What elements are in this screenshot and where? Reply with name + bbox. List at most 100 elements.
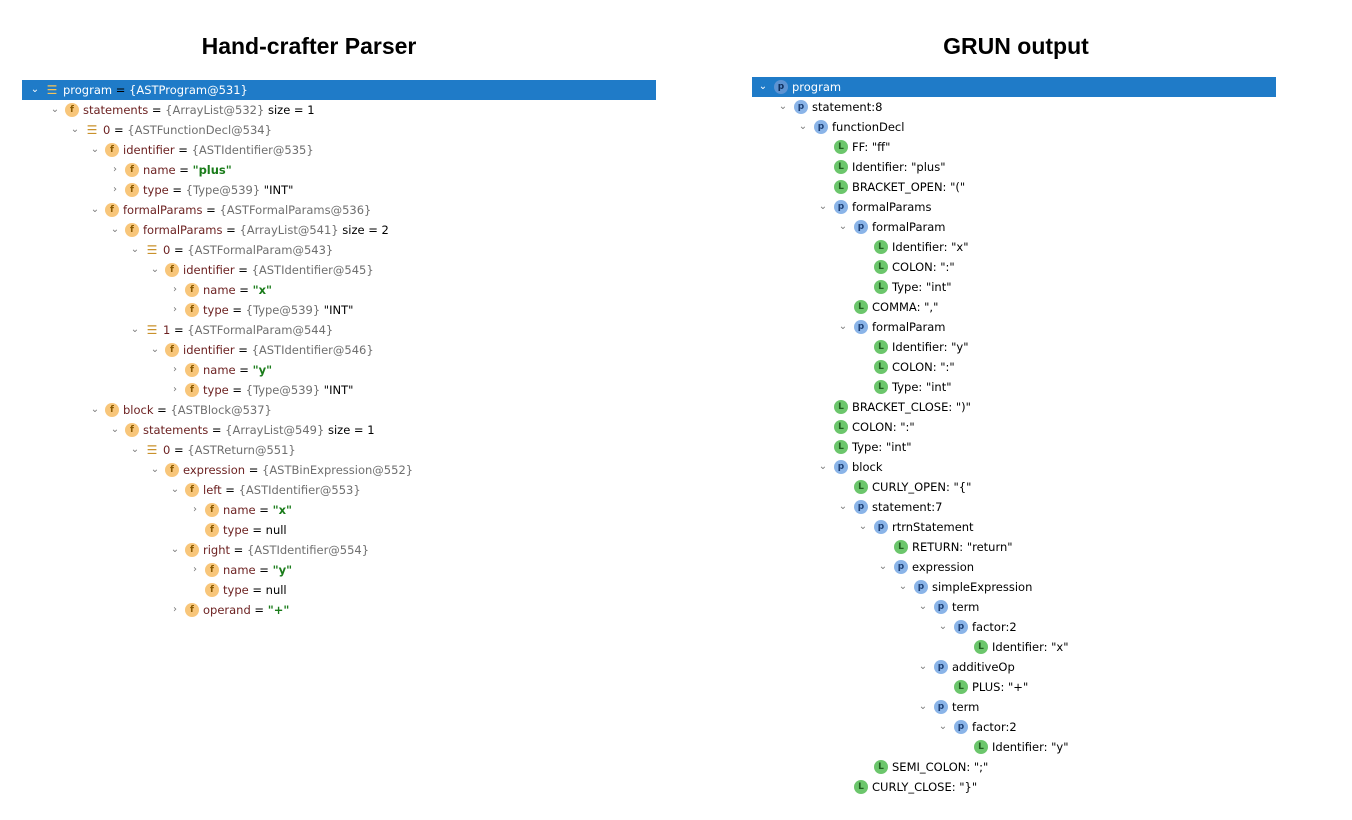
tree-row[interactable]: › f operand = "+" — [22, 600, 656, 620]
tree-row[interactable]: ⌄ ☰ 0 = {ASTFunctionDecl@534} — [22, 120, 656, 140]
tree-row[interactable]: L RETURN: "return" — [752, 537, 1276, 557]
chevron-right-icon[interactable]: › — [168, 360, 182, 380]
chevron-down-icon[interactable]: ⌄ — [148, 340, 162, 360]
tree-row[interactable]: ⌄ p formalParams — [752, 197, 1276, 217]
tree-row[interactable]: L CURLY_OPEN: "{" — [752, 477, 1276, 497]
tree-row[interactable]: L Identifier: "x" — [752, 637, 1276, 657]
chevron-down-icon[interactable]: ⌄ — [836, 217, 850, 237]
tree-row[interactable]: › f type = {Type@539} "INT" — [22, 300, 656, 320]
tree-row[interactable]: ⌄ ☰ 0 = {ASTReturn@551} — [22, 440, 656, 460]
chevron-down-icon[interactable]: ⌄ — [796, 117, 810, 137]
tree-row[interactable]: › f name = "x" — [22, 280, 656, 300]
chevron-down-icon[interactable]: ⌄ — [916, 657, 930, 677]
chevron-down-icon[interactable]: ⌄ — [88, 140, 102, 160]
tree-row[interactable]: f type = null — [22, 580, 656, 600]
tree-row[interactable]: ⌄ p program — [752, 77, 1276, 97]
tree-row[interactable]: ⌄ ☰ 1 = {ASTFormalParam@544} — [22, 320, 656, 340]
chevron-right-icon[interactable]: › — [188, 560, 202, 580]
tree-row[interactable]: ⌄ ☰ program = {ASTProgram@531} — [22, 80, 656, 100]
chevron-right-icon[interactable]: › — [108, 180, 122, 200]
tree-row[interactable]: L BRACKET_CLOSE: ")" — [752, 397, 1276, 417]
chevron-down-icon[interactable]: ⌄ — [128, 320, 142, 340]
tree-row[interactable]: ⌄ p statement:7 — [752, 497, 1276, 517]
chevron-down-icon[interactable]: ⌄ — [128, 440, 142, 460]
tree-row[interactable]: f type = null — [22, 520, 656, 540]
tree-row[interactable]: › f name = "y" — [22, 560, 656, 580]
tree-row[interactable]: L COLON: ":" — [752, 417, 1276, 437]
chevron-down-icon[interactable]: ⌄ — [836, 317, 850, 337]
tree-row[interactable]: ⌄ p formalParam — [752, 217, 1276, 237]
tree-row[interactable]: L PLUS: "+" — [752, 677, 1276, 697]
tree-row[interactable]: › f name = "y" — [22, 360, 656, 380]
tree-row[interactable]: ⌄ f identifier = {ASTIdentifier@546} — [22, 340, 656, 360]
tree-row[interactable]: ⌄ f expression = {ASTBinExpression@552} — [22, 460, 656, 480]
tree-row[interactable]: ⌄ p statement:8 — [752, 97, 1276, 117]
chevron-down-icon[interactable]: ⌄ — [836, 497, 850, 517]
tree-row[interactable]: › f name = "x" — [22, 500, 656, 520]
tree-row[interactable]: › f type = {Type@539} "INT" — [22, 380, 656, 400]
tree-row[interactable]: L Identifier: "y" — [752, 737, 1276, 757]
tree-row[interactable]: ⌄ f right = {ASTIdentifier@554} — [22, 540, 656, 560]
tree-row[interactable]: L FF: "ff" — [752, 137, 1276, 157]
tree-row[interactable]: ⌄ p rtrnStatement — [752, 517, 1276, 537]
chevron-down-icon[interactable]: ⌄ — [48, 100, 62, 120]
tree-row[interactable]: › f name = "plus" — [22, 160, 656, 180]
tree-row[interactable]: L Identifier: "plus" — [752, 157, 1276, 177]
tree-row[interactable]: L BRACKET_OPEN: "(" — [752, 177, 1276, 197]
chevron-down-icon[interactable]: ⌄ — [68, 120, 82, 140]
tree-row[interactable]: ⌄ p factor:2 — [752, 717, 1276, 737]
tree-row[interactable]: ⌄ f formalParams = {ASTFormalParams@536} — [22, 200, 656, 220]
tree-row[interactable]: › f type = {Type@539} "INT" — [22, 180, 656, 200]
tree-row[interactable]: L CURLY_CLOSE: "}" — [752, 777, 1276, 797]
chevron-down-icon[interactable]: ⌄ — [128, 240, 142, 260]
tree-row[interactable]: ⌄ f formalParams = {ArrayList@541} size = … — [22, 220, 656, 240]
chevron-down-icon[interactable]: ⌄ — [856, 517, 870, 537]
tree-row[interactable]: ⌄ p formalParam — [752, 317, 1276, 337]
chevron-down-icon[interactable]: ⌄ — [88, 200, 102, 220]
chevron-down-icon[interactable]: ⌄ — [108, 220, 122, 240]
tree-row[interactable]: L COMMA: "," — [752, 297, 1276, 317]
chevron-down-icon[interactable]: ⌄ — [148, 460, 162, 480]
tree-row[interactable]: ⌄ p simpleExpression — [752, 577, 1276, 597]
chevron-down-icon[interactable]: ⌄ — [876, 557, 890, 577]
tree-row[interactable]: ⌄ p block — [752, 457, 1276, 477]
tree-row[interactable]: L Type: "int" — [752, 277, 1276, 297]
tree-row[interactable]: L COLON: ":" — [752, 257, 1276, 277]
chevron-down-icon[interactable]: ⌄ — [88, 400, 102, 420]
chevron-right-icon[interactable]: › — [168, 380, 182, 400]
tree-row[interactable]: ⌄ f statements = {ArrayList@532} size = 1 — [22, 100, 656, 120]
chevron-down-icon[interactable]: ⌄ — [776, 97, 790, 117]
tree-row[interactable]: L Identifier: "x" — [752, 237, 1276, 257]
tree-row[interactable]: ⌄ p functionDecl — [752, 117, 1276, 137]
chevron-down-icon[interactable]: ⌄ — [936, 717, 950, 737]
chevron-down-icon[interactable]: ⌄ — [756, 77, 770, 97]
chevron-down-icon[interactable]: ⌄ — [936, 617, 950, 637]
chevron-right-icon[interactable]: › — [168, 280, 182, 300]
tree-row[interactable]: ⌄ p additiveOp — [752, 657, 1276, 677]
chevron-right-icon[interactable]: › — [108, 160, 122, 180]
chevron-down-icon[interactable]: ⌄ — [168, 480, 182, 500]
tree-row[interactable]: ⌄ f identifier = {ASTIdentifier@535} — [22, 140, 656, 160]
chevron-down-icon[interactable]: ⌄ — [148, 260, 162, 280]
tree-row[interactable]: L COLON: ":" — [752, 357, 1276, 377]
chevron-down-icon[interactable]: ⌄ — [896, 577, 910, 597]
chevron-right-icon[interactable]: › — [188, 500, 202, 520]
tree-row[interactable]: ⌄ p term — [752, 697, 1276, 717]
tree-row[interactable]: ⌄ f left = {ASTIdentifier@553} — [22, 480, 656, 500]
chevron-right-icon[interactable]: › — [168, 600, 182, 620]
chevron-right-icon[interactable]: › — [168, 300, 182, 320]
chevron-down-icon[interactable]: ⌄ — [168, 540, 182, 560]
chevron-down-icon[interactable]: ⌄ — [816, 197, 830, 217]
tree-row[interactable]: ⌄ f statements = {ArrayList@549} size = 1 — [22, 420, 656, 440]
tree-row[interactable]: ⌄ p term — [752, 597, 1276, 617]
tree-row[interactable]: ⌄ f identifier = {ASTIdentifier@545} — [22, 260, 656, 280]
tree-row[interactable]: ⌄ p expression — [752, 557, 1276, 577]
chevron-down-icon[interactable]: ⌄ — [108, 420, 122, 440]
chevron-down-icon[interactable]: ⌄ — [28, 80, 42, 100]
tree-row[interactable]: L Identifier: "y" — [752, 337, 1276, 357]
chevron-down-icon[interactable]: ⌄ — [916, 597, 930, 617]
tree-row[interactable]: L Type: "int" — [752, 377, 1276, 397]
tree-row[interactable]: L SEMI_COLON: ";" — [752, 757, 1276, 777]
chevron-down-icon[interactable]: ⌄ — [916, 697, 930, 717]
tree-row[interactable]: ⌄ ☰ 0 = {ASTFormalParam@543} — [22, 240, 656, 260]
